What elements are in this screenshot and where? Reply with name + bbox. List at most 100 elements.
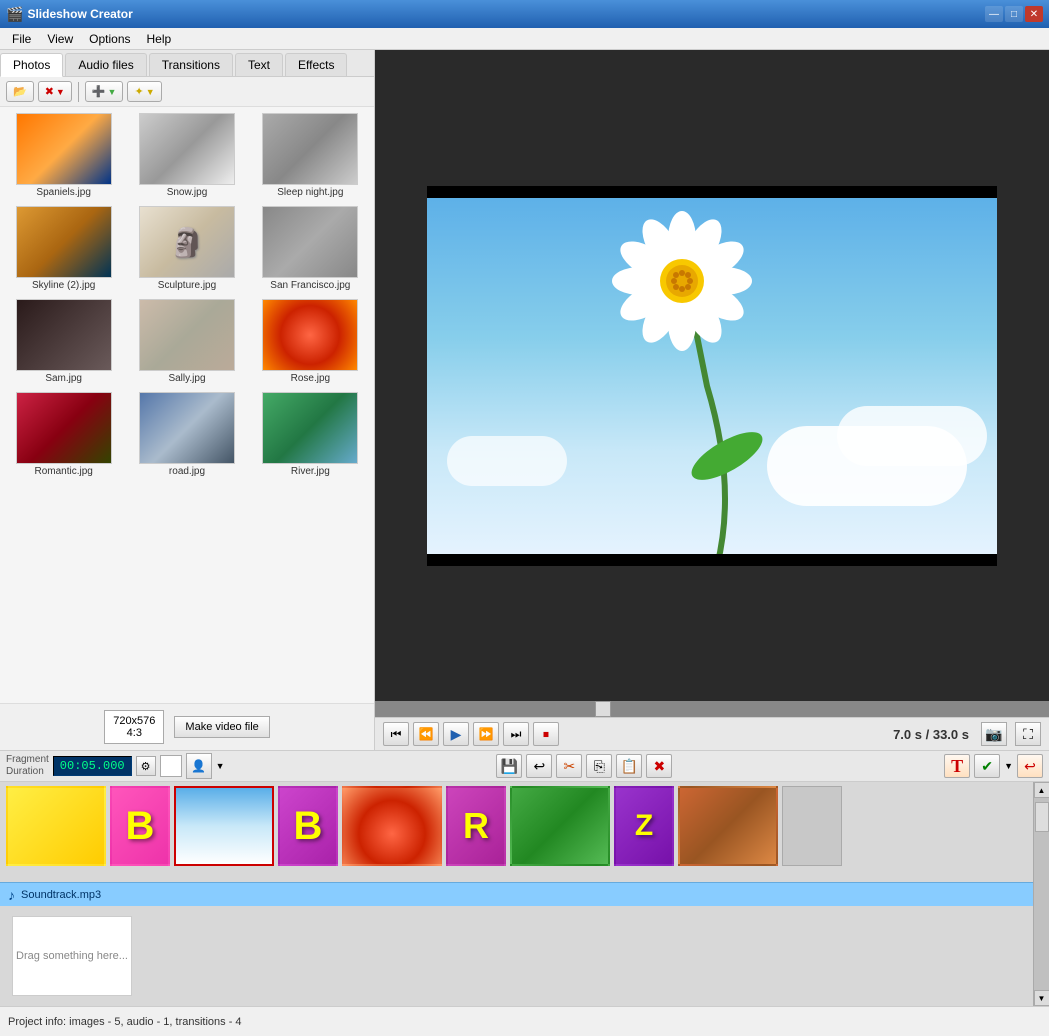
drag-zone[interactable]: Drag something here... [12,916,132,996]
delete-button[interactable]: ✖ ▼ [38,81,72,102]
photo-thumbnail [16,113,112,185]
scroll-thumb[interactable] [1035,802,1049,832]
photo-label: Spaniels.jpg [36,187,90,198]
delete-icon: ✖ [45,85,54,98]
text-overlay-button[interactable]: T [944,754,970,778]
left-bottom-toolbar: 720x576 4:3 Make video file [0,703,374,750]
fragment-dropdown[interactable]: ▼ [216,761,225,771]
minimize-button[interactable]: — [985,6,1003,22]
fragment-toolbar: FragmentDuration 00:05.000 ⚙ 👤 ▼ 💾 ↩ ✂ ⎘… [0,750,1049,782]
list-item[interactable]: Romantic.jpg [6,392,121,477]
save-button[interactable]: 💾 [496,754,522,778]
close-button[interactable]: ✕ [1025,6,1043,22]
timeline-transition-label: Z [635,809,653,843]
fragment-duration-label: FragmentDuration [6,754,49,778]
list-item[interactable]: Sleep night.jpg [253,113,368,198]
list-item[interactable]: Skyline (2).jpg [6,206,121,291]
open-button[interactable]: 📂 [6,81,34,102]
timeline-text-label: B [126,804,155,849]
screenshot-button[interactable]: 📷 [981,722,1007,746]
confirm-button[interactable]: ✔ [974,754,1000,778]
photo-label: Skyline (2).jpg [32,280,95,291]
menu-help[interactable]: Help [139,30,180,48]
effects-dropdown-icon: ▼ [146,87,155,97]
tab-audio-files[interactable]: Audio files [65,53,146,76]
tab-photos[interactable]: Photos [0,53,63,77]
timeline-item[interactable]: B [278,786,338,866]
photo-label: Sculpture.jpg [158,280,216,291]
timeline-item[interactable]: B [110,786,170,866]
menu-file[interactable]: File [4,30,39,48]
step-forward-button[interactable]: ⏩ [473,722,499,746]
timeline-item[interactable]: Z [614,786,674,866]
list-item[interactable]: Rose.jpg [253,299,368,384]
timeline-item[interactable] [510,786,610,866]
list-item[interactable]: road.jpg [129,392,244,477]
menubar: File View Options Help [0,28,1049,50]
timeline-item[interactable] [342,786,442,866]
fullscreen-button[interactable]: ⛶ [1015,722,1041,746]
timeline-item[interactable]: R [446,786,506,866]
fragment-time-display: 00:05.000 [53,756,132,776]
left-toolbar: 📂 ✖ ▼ ➕ ▼ ✦ ▼ [0,77,374,107]
audio-filename: Soundtrack.mp3 [21,889,101,901]
list-item[interactable]: Sally.jpg [129,299,244,384]
person-icon-button[interactable]: 👤 [186,753,212,779]
scroll-up-arrow[interactable]: ▲ [1034,782,1049,798]
timeline-item[interactable] [678,786,778,866]
undo-button[interactable]: ↩ [526,754,552,778]
paste-button[interactable]: 📋 [616,754,642,778]
fragment-checkbox[interactable] [160,755,182,777]
list-item[interactable]: Sam.jpg [6,299,121,384]
confirm-dropdown[interactable]: ▼ [1004,761,1013,771]
photo-thumbnail: 🗿 [139,206,235,278]
skip-to-start-button[interactable]: ⏮ [383,722,409,746]
list-item[interactable]: Snow.jpg [129,113,244,198]
make-video-button[interactable]: Make video file [174,716,269,738]
resolution-display: 720x576 4:3 [104,710,164,744]
add-button[interactable]: ➕ ▼ [85,81,124,102]
play-button[interactable]: ▶ [443,722,469,746]
clear-button[interactable]: ✖ [646,754,672,778]
scrubber-thumb[interactable] [595,701,611,717]
left-panel: Photos Audio files Transitions Text Effe… [0,50,375,750]
list-item[interactable]: Spaniels.jpg [6,113,121,198]
tabs-bar: Photos Audio files Transitions Text Effe… [0,50,374,77]
effects-button[interactable]: ✦ ▼ [127,81,161,102]
photo-label: road.jpg [169,466,205,477]
step-back-button[interactable]: ⏪ [413,722,439,746]
list-item[interactable]: San Francisco.jpg [253,206,368,291]
daisy-svg [427,186,997,566]
tab-text[interactable]: Text [235,53,283,76]
tab-transitions[interactable]: Transitions [149,53,233,76]
bottom-area: B B R Z [0,782,1049,1006]
delete-dropdown-icon: ▼ [56,87,65,97]
scrubber-bar[interactable] [375,701,1049,717]
drag-hint-text: Drag something here... [16,950,128,962]
list-item[interactable]: 🗿 Sculpture.jpg [129,206,244,291]
photo-thumbnail [262,392,358,464]
menu-view[interactable]: View [39,30,81,48]
list-item[interactable]: River.jpg [253,392,368,477]
stop-button[interactable]: ⏹ [533,722,559,746]
menu-options[interactable]: Options [81,30,138,48]
photo-label: Sally.jpg [168,373,205,384]
skip-to-end-button[interactable]: ⏭ [503,722,529,746]
maximize-button[interactable]: □ [1005,6,1023,22]
photo-thumbnail [16,206,112,278]
timeline-row: B B R Z [0,782,1049,1006]
timeline-item[interactable] [174,786,274,866]
reject-button[interactable]: ↩ [1017,754,1043,778]
photo-thumbnail [262,113,358,185]
tab-effects[interactable]: Effects [285,53,347,76]
add-dropdown-icon: ▼ [108,87,117,97]
photo-thumbnail [139,392,235,464]
timeline-item[interactable] [6,786,106,866]
scroll-down-arrow[interactable]: ▼ [1034,990,1049,1006]
photo-thumbnail [16,392,112,464]
fragment-adjust-button[interactable]: ⚙ [136,756,156,776]
cut-button[interactable]: ✂ [556,754,582,778]
audio-track: ♪ Soundtrack.mp3 [0,882,1033,906]
toolbar-separator-1 [78,82,79,102]
copy-button[interactable]: ⎘ [586,754,612,778]
